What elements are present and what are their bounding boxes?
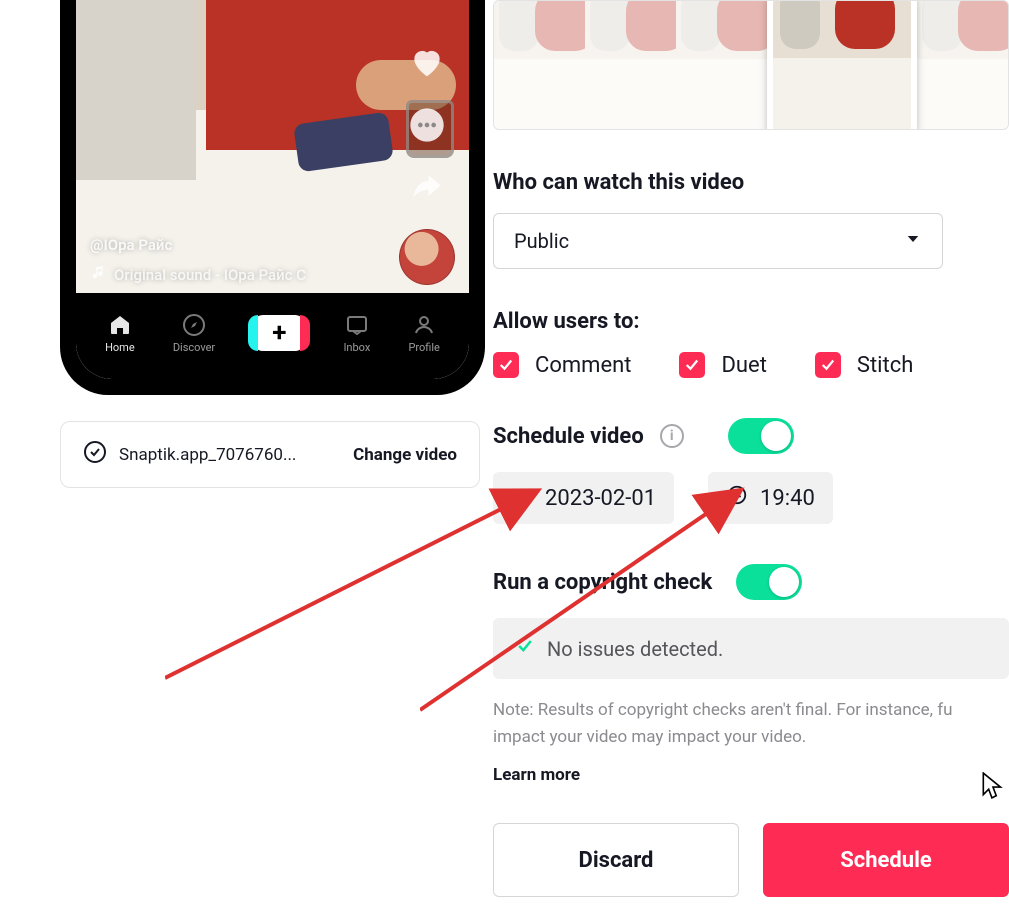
compass-icon: [182, 313, 206, 337]
copyright-status-text: No issues detected.: [547, 637, 723, 661]
schedule-time-picker[interactable]: 19:40: [708, 472, 833, 524]
allow-stitch-label: Stitch: [857, 353, 913, 378]
schedule-date-value: 2023-02-01: [545, 486, 656, 511]
share-icon[interactable]: [409, 169, 445, 205]
phone-screen: @IОра Райс Original sound - IОра Райс С …: [76, 0, 469, 379]
nav-discover-label: Discover: [173, 341, 215, 354]
home-icon: [108, 313, 132, 337]
nav-home[interactable]: Home: [105, 313, 135, 354]
calendar-icon: [511, 484, 533, 512]
checkbox-checked-icon: [815, 352, 841, 378]
phone-preview: @IОра Райс Original sound - IОра Райс С …: [60, 0, 485, 395]
nav-home-label: Home: [105, 341, 135, 354]
copyright-status: No issues detected.: [493, 618, 1009, 679]
checkbox-checked-icon: [679, 352, 705, 378]
chevron-down-icon: [904, 229, 922, 253]
schedule-title: Schedule video: [493, 424, 644, 449]
sound-avatar[interactable]: [399, 229, 455, 285]
cover-thumbnail-strip[interactable]: [493, 0, 1009, 130]
allow-duet-label: Duet: [721, 353, 766, 378]
nav-create-button[interactable]: +: [253, 315, 305, 351]
allow-title: Allow users to:: [493, 309, 1009, 334]
file-row: Snaptik.app_7076760... Change video: [60, 421, 480, 488]
allow-comment-label: Comment: [535, 353, 631, 378]
nav-profile-label: Profile: [408, 341, 439, 354]
clock-icon: [726, 484, 748, 512]
nav-inbox[interactable]: Inbox: [343, 313, 370, 354]
copyright-note: Note: Results of copyright checks aren't…: [493, 697, 1009, 751]
checkbox-checked-icon: [493, 352, 519, 378]
schedule-time-value: 19:40: [760, 486, 815, 511]
allow-comment[interactable]: Comment: [493, 352, 631, 378]
comment-icon[interactable]: [407, 105, 447, 145]
discard-button[interactable]: Discard: [493, 823, 739, 897]
visibility-value: Public: [514, 229, 569, 253]
nav-inbox-label: Inbox: [343, 341, 370, 354]
cover-thumb-selected[interactable]: [767, 0, 917, 130]
file-name: Snaptik.app_7076760...: [119, 445, 296, 465]
allow-stitch[interactable]: Stitch: [815, 352, 913, 378]
allow-duet[interactable]: Duet: [679, 352, 766, 378]
info-icon[interactable]: i: [660, 424, 684, 448]
copyright-title: Run a copyright check: [493, 570, 712, 595]
visibility-title: Who can watch this video: [493, 170, 1009, 195]
video-sound-label: Original sound - IОра Райс С: [114, 263, 306, 287]
phone-bottom-nav: Home Discover + Inbox Profile: [76, 293, 469, 379]
video-username: @IОра Райс: [90, 233, 306, 257]
inbox-icon: [345, 313, 369, 337]
schedule-button[interactable]: Schedule: [763, 823, 1009, 897]
cover-thumb[interactable]: [917, 1, 1008, 129]
cover-thumb[interactable]: [494, 1, 585, 129]
music-note-icon: [90, 263, 106, 287]
learn-more-link[interactable]: Learn more: [493, 765, 580, 785]
cover-thumb[interactable]: [585, 1, 676, 129]
nav-profile[interactable]: Profile: [408, 313, 439, 354]
visibility-select[interactable]: Public: [493, 213, 943, 269]
check-icon: [515, 636, 535, 661]
schedule-date-picker[interactable]: 2023-02-01: [493, 472, 674, 524]
profile-icon: [412, 313, 436, 337]
schedule-toggle[interactable]: [728, 418, 794, 454]
mouse-cursor-icon: [982, 772, 1004, 804]
cover-thumb[interactable]: [676, 1, 767, 129]
check-circle-icon: [83, 440, 107, 469]
nav-discover[interactable]: Discover: [173, 313, 215, 354]
copyright-toggle[interactable]: [736, 564, 802, 600]
change-video-button[interactable]: Change video: [353, 445, 457, 465]
heart-icon[interactable]: [408, 43, 446, 81]
